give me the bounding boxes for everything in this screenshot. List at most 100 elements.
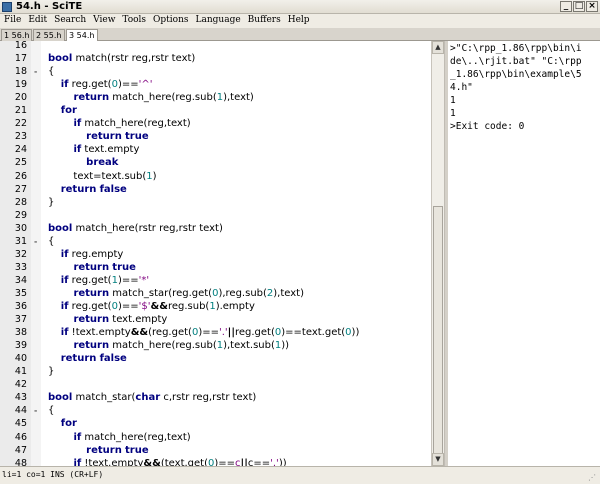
line-number: 31 (14, 235, 27, 247)
code-line[interactable]: 30 bool match_here(rstr reg,rstr text) (0, 222, 431, 235)
code-text: } (48, 366, 55, 378)
output-line: _1.86\rpp\bin\example\5 (450, 69, 582, 80)
menu-edit[interactable]: Edit (24, 14, 50, 28)
line-number: 29 (14, 209, 27, 221)
output-line: >"C:\rpp_1.86\rpp\bin\i (450, 43, 582, 54)
line-number: 23 (14, 131, 27, 143)
code-text: return match_star(reg.get(0),reg.sub(2),… (73, 287, 304, 299)
window-title: 54.h - SciTE (16, 1, 83, 12)
scroll-up-icon[interactable]: ▲ (432, 41, 444, 54)
code-line[interactable]: 26 text=text.sub(1) (0, 170, 431, 183)
menu-help[interactable]: Help (284, 14, 313, 28)
line-number: 24 (14, 144, 27, 156)
code-line[interactable]: 22 if match_here(reg,text) (0, 117, 431, 130)
line-number: 44 (14, 405, 27, 417)
code-line[interactable]: 43 bool match_star(char c,rstr reg,rstr t… (0, 391, 431, 404)
resize-grip-icon[interactable]: ⋰ (588, 473, 598, 483)
code-text: return false (60, 353, 127, 365)
code-line[interactable]: 38 if !text.empty&&(reg.get(0)=='.'||reg… (0, 326, 431, 339)
code-line[interactable]: 44-{ (0, 404, 431, 417)
status-text: li=1 co=1 INS (CR+LF) (2, 470, 104, 479)
code-text: text=text.sub(1) (48, 170, 157, 182)
fold-marker-icon[interactable]: - (34, 404, 37, 417)
code-text: return true (86, 444, 149, 456)
code-line[interactable]: 32 if reg.empty (0, 248, 431, 261)
code-line[interactable]: 28} (0, 196, 431, 209)
code-line[interactable]: 40 return false (0, 352, 431, 365)
code-line[interactable]: 36 if reg.get(0)=='$'&&reg.sub(1).empty (0, 300, 431, 313)
fold-marker-icon[interactable]: - (34, 235, 37, 248)
code-line[interactable]: 23 return true (0, 130, 431, 143)
code-editor[interactable]: 16 17 bool match(rstr reg,rstr text) 18-{19… (0, 41, 431, 466)
line-number: 17 (14, 53, 27, 65)
code-line[interactable]: 19 if reg.get(0)=='^' (0, 78, 431, 91)
line-number: 40 (14, 353, 27, 365)
code-text: if reg.get(1)=='*' (60, 274, 150, 286)
code-line[interactable]: 17 bool match(rstr reg,rstr text) (0, 52, 431, 65)
code-line[interactable]: 34 if reg.get(1)=='*' (0, 274, 431, 287)
menu-options[interactable]: Options (149, 14, 191, 28)
line-number: 42 (14, 379, 27, 391)
line-number: 45 (14, 418, 27, 430)
line-number: 27 (14, 183, 27, 195)
code-text: { (48, 66, 55, 78)
code-line[interactable]: 42 (0, 378, 431, 391)
code-text: { (48, 405, 55, 417)
tab-54h[interactable]: 3 54.h (66, 29, 98, 41)
code-line[interactable]: 16 (0, 41, 431, 52)
output-pane[interactable]: >"C:\rpp_1.86\rpp\bin\i de\..\rjit.bat" "… (448, 41, 600, 466)
line-number: 16 (14, 41, 27, 51)
line-number: 30 (14, 222, 27, 234)
code-line[interactable]: 39 return match_here(reg.sub(1),text.sub… (0, 339, 431, 352)
code-line[interactable]: 35 return match_star(reg.get(0),reg.sub(… (0, 287, 431, 300)
code-text: { (48, 235, 55, 247)
code-line[interactable]: 29 (0, 209, 431, 222)
output-line: 4.h" (450, 82, 473, 93)
code-line[interactable]: 45 for (0, 417, 431, 430)
menu-buffers[interactable]: Buffers (244, 14, 284, 28)
code-text: break (86, 157, 119, 169)
maximize-button[interactable]: □ (573, 1, 585, 12)
code-line[interactable]: 47 return true (0, 444, 431, 457)
line-number: 48 (14, 457, 27, 466)
scroll-down-icon[interactable]: ▼ (432, 453, 444, 466)
line-number: 19 (14, 79, 27, 91)
line-number: 35 (14, 287, 27, 299)
code-line[interactable]: 24 if text.empty (0, 143, 431, 156)
code-text: return false (60, 183, 127, 195)
code-line[interactable]: 27 return false (0, 183, 431, 196)
code-line[interactable]: 41} (0, 365, 431, 378)
code-text: if match_here(reg,text) (73, 118, 191, 130)
scrollbar-thumb[interactable] (433, 206, 443, 456)
code-line[interactable]: 25 break (0, 156, 431, 169)
title-bar: 54.h - SciTE _ □ × (0, 0, 600, 14)
tab-55h[interactable]: 2 55.h (33, 29, 65, 41)
fold-marker-icon[interactable]: - (34, 65, 37, 78)
line-number: 18 (14, 66, 27, 78)
code-text: return match_here(reg.sub(1),text.sub(1)… (73, 340, 290, 352)
output-line: 1 (450, 95, 456, 106)
code-text: if text.empty (73, 144, 140, 156)
code-line[interactable]: 48 if !text.empty&&(text.get(0)==c||c=='… (0, 457, 431, 466)
menu-search[interactable]: Search (50, 14, 89, 28)
code-line[interactable]: 33 return true (0, 261, 431, 274)
close-button[interactable]: × (586, 1, 598, 12)
code-text: return true (73, 261, 136, 273)
editor-vertical-scrollbar[interactable]: ▲ ▼ (431, 41, 444, 466)
line-number: 20 (14, 92, 27, 104)
code-line[interactable]: 46 if match_here(reg,text) (0, 431, 431, 444)
menu-view[interactable]: View (89, 14, 118, 28)
menu-language[interactable]: Language (192, 14, 244, 28)
code-text: for (60, 418, 77, 430)
minimize-button[interactable]: _ (560, 1, 572, 12)
code-line[interactable]: 37 return text.empty (0, 313, 431, 326)
menu-file[interactable]: File (0, 14, 24, 28)
tab-56h[interactable]: 1 56.h (1, 29, 32, 41)
menu-tools[interactable]: Tools (118, 14, 149, 28)
code-line[interactable]: 18-{ (0, 65, 431, 78)
code-line[interactable]: 20 return match_here(reg.sub(1),text) (0, 91, 431, 104)
code-line[interactable]: 31-{ (0, 235, 431, 248)
code-line[interactable]: 21 for (0, 104, 431, 117)
line-number: 46 (14, 431, 27, 443)
line-number: 36 (14, 301, 27, 312)
